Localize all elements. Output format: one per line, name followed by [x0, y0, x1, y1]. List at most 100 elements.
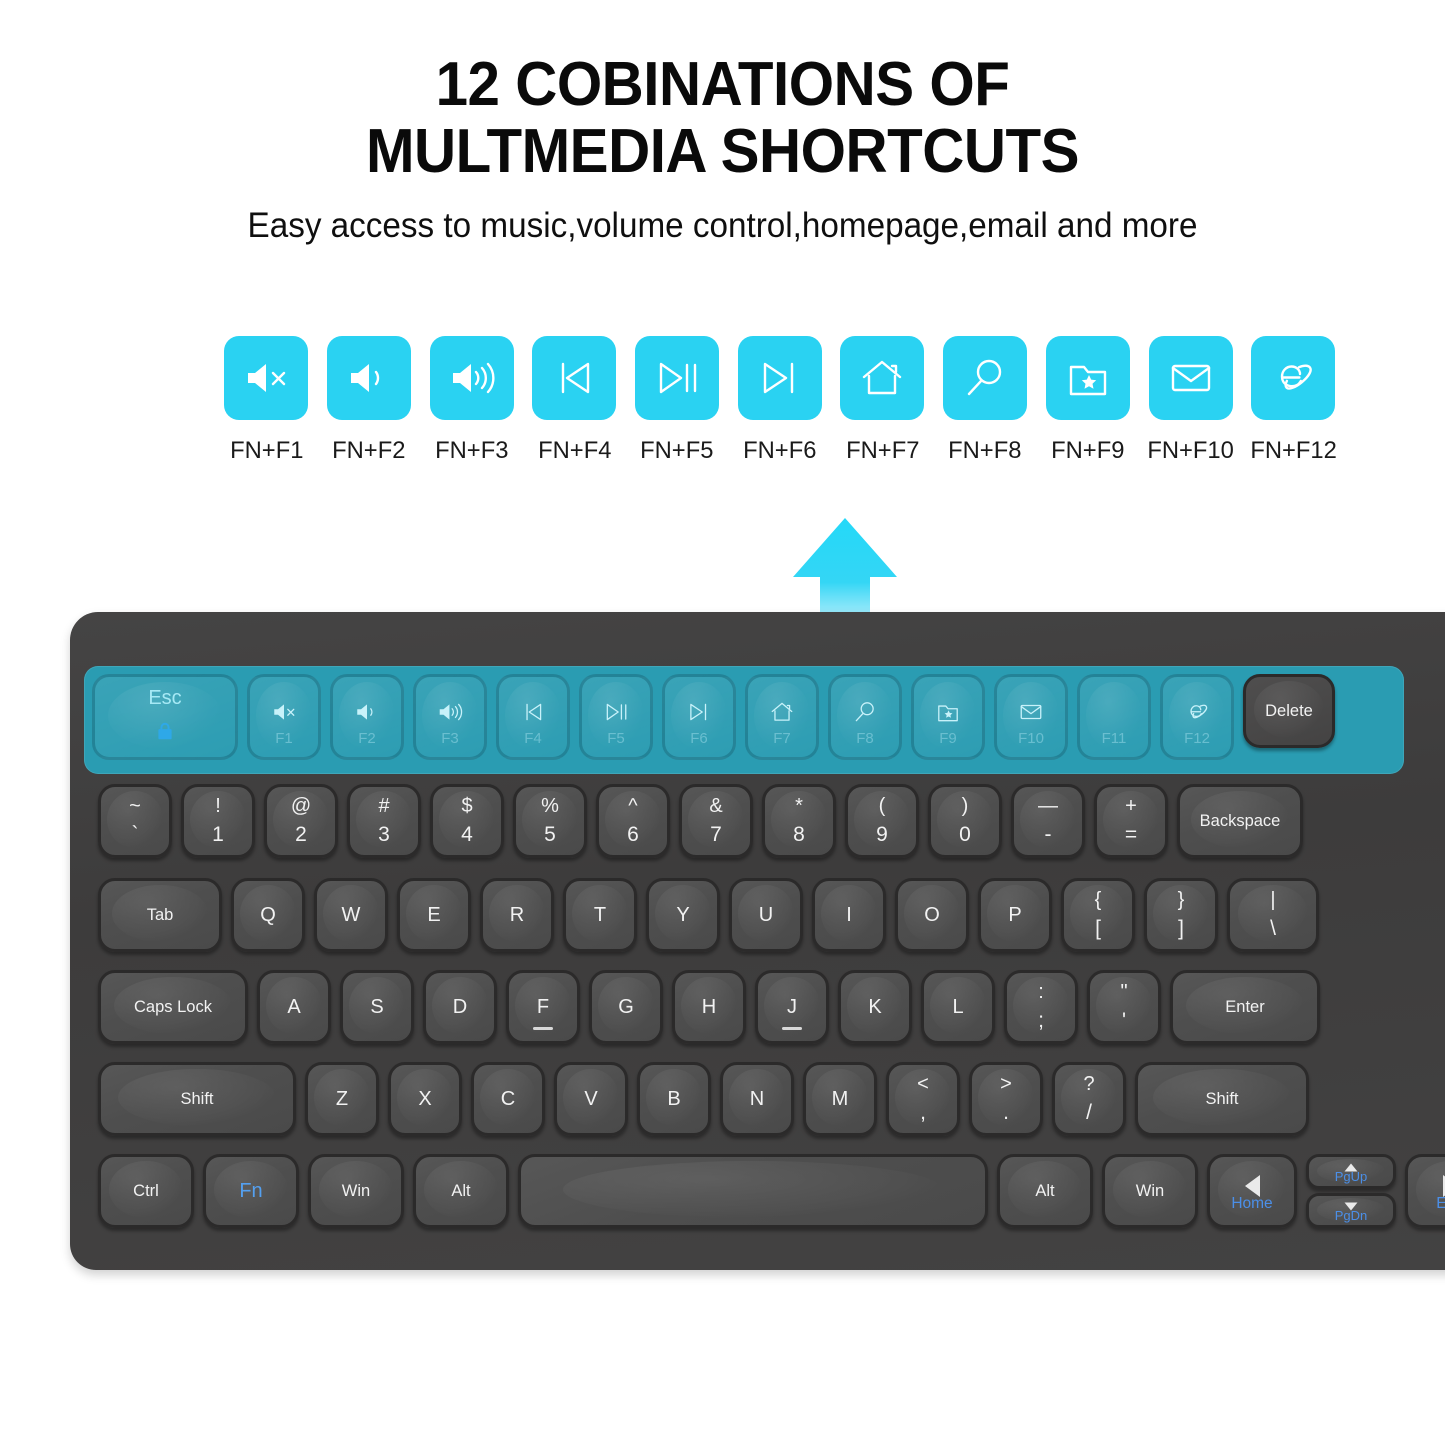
key-shift-legend: %: [541, 795, 559, 818]
key-legend: V: [584, 1087, 598, 1110]
f7-key: F7: [745, 674, 819, 760]
key-legend: O: [924, 903, 940, 926]
shortcut-label: FN+F6: [743, 437, 817, 464]
f2-key: F2: [330, 674, 404, 760]
key-legend: F: [536, 995, 550, 1018]
number-key: ^ 6: [596, 784, 670, 858]
letter-key: G: [589, 970, 663, 1044]
function-key-number: F5: [607, 730, 625, 747]
letter-key: F: [506, 970, 580, 1044]
browser-icon: [1184, 699, 1210, 731]
key-legend: Shift: [180, 1089, 214, 1108]
shortcut-item: FN+F6: [728, 336, 831, 465]
key-legend: M: [831, 1087, 849, 1110]
number-key: ~ `: [98, 784, 172, 858]
volume-mute-icon: [224, 336, 309, 420]
f8-key: F8: [828, 674, 902, 760]
number-key: (9: [845, 784, 919, 858]
key-base-legend: ;: [1038, 1009, 1044, 1033]
key-legend: Delete: [1265, 701, 1313, 720]
key-shift-legend: $: [461, 795, 473, 818]
keyboard-shift-row: Shift Z X C V B N M <, >.? / Shift: [98, 1062, 1318, 1136]
fn-key: Fn: [203, 1154, 299, 1228]
home-icon: [840, 336, 925, 420]
lock-icon: [154, 720, 176, 748]
f3-key: F3: [413, 674, 487, 760]
right-win-key: Win: [1102, 1154, 1198, 1228]
letter-key: N: [720, 1062, 794, 1136]
letter-key: C: [471, 1062, 545, 1136]
play-pause-icon: [635, 336, 720, 420]
function-key-number: F9: [939, 730, 957, 747]
key-legend: T: [593, 903, 607, 926]
function-key-number: F6: [690, 730, 708, 747]
key-base-legend: 1: [212, 823, 224, 847]
punctuation-key: >.: [969, 1062, 1043, 1136]
letter-key: D: [423, 970, 497, 1044]
key-shift-legend: #: [378, 795, 390, 818]
key-legend: R: [509, 903, 525, 926]
letter-key: Q: [231, 878, 305, 952]
letter-key: H: [672, 970, 746, 1044]
key-base-legend: 0: [959, 823, 971, 847]
shortcut-label: FN+F7: [845, 437, 920, 464]
key-base-legend: 5: [544, 823, 556, 847]
search-icon: [943, 336, 1028, 420]
key-shift-legend: &: [709, 795, 723, 818]
key-shift-legend: —: [1038, 795, 1058, 818]
shortcut-label: FN+F8: [948, 437, 1022, 464]
volume-up-icon: [437, 699, 463, 731]
caps-lock-key: Caps Lock: [98, 970, 248, 1044]
headline-block: 12 COBINATIONS OF MULTMEDIA SHORTCUTS: [0, 51, 1445, 186]
key-base-legend: 8: [793, 823, 805, 847]
left-shift-key: Shift: [98, 1062, 296, 1136]
key-legend: Win: [1135, 1181, 1165, 1200]
shortcut-icon-strip: FN+F1 FN+F2 FN+F3 FN+F4 FN+F5 FN+F6 FN+F7 FN+F8…: [215, 336, 1345, 465]
number-key: ) 0: [928, 784, 1002, 858]
key-base-legend: 2: [295, 823, 307, 847]
space-key: [518, 1154, 988, 1228]
next-track-icon: [737, 336, 822, 420]
punctuation-key: ? /: [1052, 1062, 1126, 1136]
number-key: #3: [347, 784, 421, 858]
key-legend: E: [427, 903, 441, 926]
letter-key: W: [314, 878, 388, 952]
shortcut-item: FN+F9: [1037, 336, 1140, 465]
key-base-legend: ,: [920, 1101, 926, 1125]
key-secondary-legend: End: [1408, 1195, 1445, 1213]
play-pause-icon: [603, 699, 629, 731]
product-feature-graphic: 12 COBINATIONS OF MULTMEDIA SHORTCUTS Ea…: [0, 0, 1445, 1445]
letter-key: L: [921, 970, 995, 1044]
shortcut-label: FN+F9: [1051, 437, 1125, 464]
email-icon: [1018, 699, 1044, 731]
key-secondary-legend: Home: [1231, 1195, 1273, 1212]
letter-key: A: [257, 970, 331, 1044]
favorites-folder-icon: [935, 699, 961, 731]
shortcut-item: FN+F5: [626, 336, 729, 465]
previous-track-icon: [532, 336, 617, 420]
key-legend: Alt: [451, 1181, 471, 1200]
function-key-number: F2: [358, 730, 376, 747]
key-legend: Q: [260, 903, 276, 926]
search-icon: [852, 699, 878, 731]
favorites-folder-icon: [1045, 336, 1130, 420]
key-shift-legend: :: [1038, 981, 1044, 1004]
punctuation-key: " ': [1087, 970, 1161, 1044]
key-legend: S: [370, 995, 384, 1018]
shortcut-item: FN+F1: [215, 336, 318, 465]
key-shift-legend: @: [290, 795, 312, 818]
shortcut-item: FN+F7: [831, 336, 934, 465]
number-key: * 8: [762, 784, 836, 858]
delete-key: Delete: [1243, 674, 1335, 748]
key-base-legend: 4: [461, 823, 473, 847]
f12-key: F12: [1160, 674, 1234, 760]
key-shift-legend: ^: [628, 795, 638, 818]
key-shift-legend: +: [1125, 795, 1137, 818]
left-alt-key: Alt: [413, 1154, 509, 1228]
arrow-down-key: PgDn: [1306, 1193, 1396, 1228]
f1-key: F1: [247, 674, 321, 760]
letter-key: J: [755, 970, 829, 1044]
letter-key: B: [637, 1062, 711, 1136]
right-shift-key: Shift: [1135, 1062, 1309, 1136]
key-legend: W: [341, 903, 361, 926]
